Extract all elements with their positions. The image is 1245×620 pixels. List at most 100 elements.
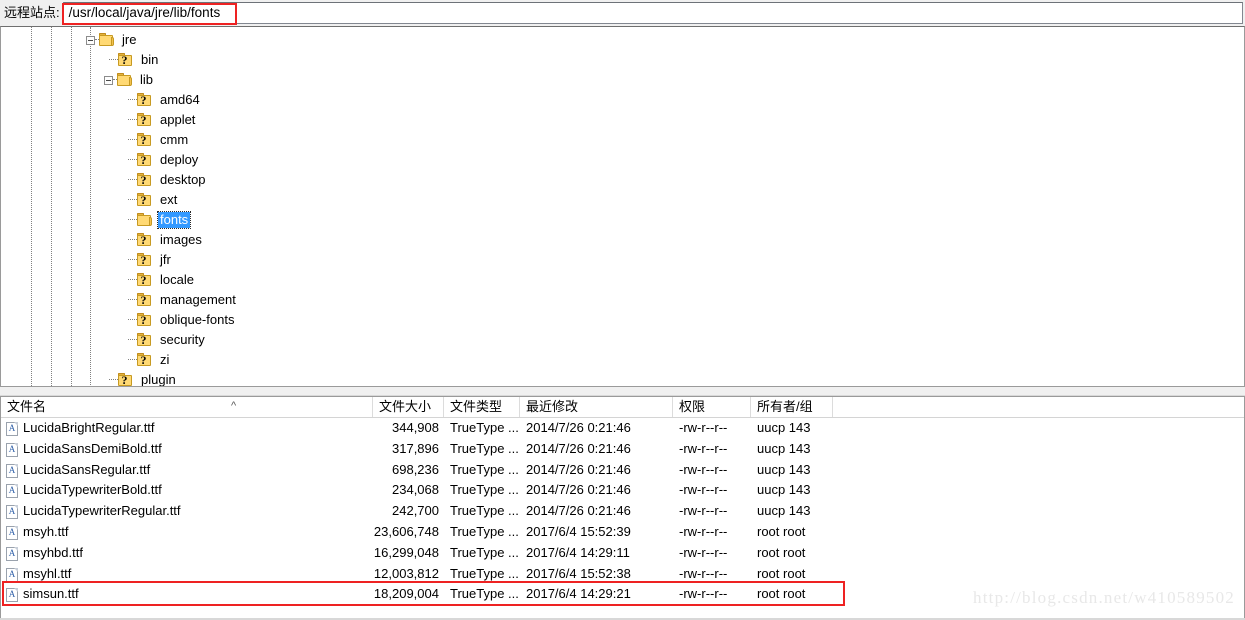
remote-file-list[interactable]: 文件名 ^ 文件大小 文件类型 最近修改 权限 所有者/组 A LucidaBrightReg… [0, 396, 1245, 620]
tree-item-content: ? locale [128, 270, 196, 290]
column-header-owner[interactable]: 所有者/组 [751, 397, 833, 417]
tree-connector-line [128, 199, 137, 201]
cell-type: TrueType ... [450, 461, 519, 477]
table-row[interactable]: Amsyhl.ttf 12,003,812 TrueType ... 2017/6/4… [1, 564, 1244, 585]
folder-unknown-icon: ? [137, 113, 153, 127]
folder-unknown-icon: ? [137, 293, 153, 307]
tree-item-applet[interactable]: ? applet [1, 110, 1244, 130]
column-header-name[interactable]: 文件名 [1, 397, 373, 417]
sort-ascending-icon: ^ [231, 400, 237, 412]
cell-mtime: 2017/6/4 14:29:21 [526, 586, 631, 602]
table-row[interactable]: A LucidaSansDemiBold.ttf 317,896 TrueType .… [1, 439, 1244, 460]
folder-unknown-icon: ? [137, 173, 153, 187]
cell-mtime: 2017/6/4 15:52:38 [526, 565, 631, 581]
tree-item-label: management [160, 292, 236, 307]
tree-item-security[interactable]: ? security [1, 330, 1244, 350]
tree-item-images[interactable]: ? images [1, 230, 1244, 250]
tree-item-jre[interactable]: jre [1, 30, 1244, 50]
tree-item-label: oblique-fonts [160, 312, 235, 327]
file-list-body[interactable]: A LucidaBrightRegular.ttf 344,908 TrueType … [1, 418, 1244, 605]
remote-path-combobox[interactable]: /usr/local/java/jre/lib/fonts [62, 2, 1243, 24]
watermark-text: http://blog.csdn.net/w410589502 [973, 588, 1235, 607]
cell-name: LucidaTypewriterBold.ttf [23, 482, 162, 498]
tree-connector-line [128, 179, 137, 181]
collapse-minus-icon[interactable] [86, 35, 95, 45]
tree-item-label: security [160, 332, 205, 347]
tree-item-locale[interactable]: ? locale [1, 270, 1244, 290]
cell-size: 16,299,048 [373, 544, 439, 560]
tree-item-label: jre [122, 32, 137, 47]
cell-size: 344,908 [392, 420, 439, 435]
tree-connector-line [128, 339, 137, 341]
tree-item-content: ? applet [128, 110, 197, 130]
tree-item-desktop[interactable]: ? desktop [1, 170, 1244, 190]
tree-item-label: jfr [160, 252, 171, 267]
panel-splitter[interactable] [0, 386, 1245, 396]
tree-item-amd64[interactable]: ? amd64 [1, 90, 1244, 110]
cell-name: LucidaSansRegular.ttf [23, 461, 151, 477]
tree-connector-line [128, 279, 137, 281]
tree-item-content: ? plugin [109, 370, 178, 386]
folder-open-icon [99, 33, 115, 47]
tree-item-oblique-fonts[interactable]: ? oblique-fonts [1, 310, 1244, 330]
table-row[interactable]: A LucidaBrightRegular.ttf 344,908 TrueType … [1, 418, 1244, 439]
column-header-mtime[interactable]: 最近修改 [520, 397, 673, 417]
tree-connector-line [109, 379, 118, 381]
font-file-icon: A [6, 463, 18, 478]
tree-connector-line [128, 139, 137, 141]
tree-item-jfr[interactable]: ? jfr [1, 250, 1244, 270]
cell-owner: root root [757, 586, 806, 602]
tree-item-plugin[interactable]: ? plugin [1, 370, 1244, 386]
folder-unknown-icon: ? [137, 93, 153, 107]
file-list-header[interactable]: 文件名 ^ 文件大小 文件类型 最近修改 权限 所有者/组 [1, 397, 1244, 418]
cell-name: LucidaBrightRegular.ttf [23, 420, 155, 435]
tree-item-deploy[interactable]: ? deploy [1, 150, 1244, 170]
tree-item-ext[interactable]: ? ext [1, 190, 1244, 210]
cell-type: TrueType ... [450, 544, 519, 560]
cell-perms: -rw-r--r-- [679, 503, 728, 519]
cell-type: TrueType ... [450, 420, 519, 435]
tree-item-bin[interactable]: ? bin [1, 50, 1244, 70]
remote-site-label: 远程站点: [4, 5, 60, 20]
cell-mtime: 2014/7/26 0:21:46 [526, 440, 631, 456]
cell-type: TrueType ... [450, 586, 519, 602]
font-file-icon: A [6, 588, 18, 603]
font-file-icon: A [6, 525, 18, 540]
column-header-type[interactable]: 文件类型 [444, 397, 520, 417]
folder-unknown-icon: ? [118, 373, 134, 386]
cell-size: 234,068 [392, 482, 439, 498]
column-header-size[interactable]: 文件大小 [373, 397, 444, 417]
tree-item-label: zi [160, 352, 170, 367]
cell-size: 23,606,748 [373, 523, 439, 539]
cell-size: 698,236 [392, 461, 439, 477]
column-header-perms[interactable]: 权限 [673, 397, 751, 417]
tree-item-label: deploy [160, 152, 199, 167]
tree-item-label: bin [141, 52, 159, 67]
cell-perms: -rw-r--r-- [679, 461, 728, 477]
tree-connector-line [128, 159, 137, 161]
tree-item-cmm[interactable]: ? cmm [1, 130, 1244, 150]
cell-perms: -rw-r--r-- [679, 523, 728, 539]
folder-open-icon [117, 73, 133, 87]
table-row[interactable]: A LucidaTypewriterRegular.ttf 242,700 TrueT… [1, 501, 1244, 522]
folder-unknown-icon: ? [137, 353, 153, 367]
collapse-minus-icon[interactable] [104, 75, 113, 85]
tree-item-content: ? bin [109, 50, 160, 70]
tree-item-fonts[interactable]: fonts [1, 210, 1244, 230]
tree-item-label: images [160, 232, 202, 247]
cell-mtime: 2014/7/26 0:21:46 [526, 482, 631, 498]
remote-directory-tree[interactable]: jre? bin lib? amd64? applet? cmm? deploy? deskt… [0, 26, 1245, 386]
table-row[interactable]: A LucidaTypewriterBold.ttf 234,068 TrueType… [1, 480, 1244, 501]
table-row[interactable]: Amsyhbd.ttf 16,299,048 TrueType ... 2017/6/… [1, 543, 1244, 564]
cell-perms: -rw-r--r-- [679, 420, 728, 435]
tree-item-zi[interactable]: ? zi [1, 350, 1244, 370]
table-row[interactable]: Amsyh.ttf 23,606,748 TrueType ... 2017/6/4 … [1, 522, 1244, 543]
table-row[interactable]: A LucidaSansRegular.ttf 698,236 TrueType ..… [1, 460, 1244, 481]
tree-item-lib[interactable]: lib [1, 70, 1244, 90]
cell-size: 242,700 [392, 503, 439, 519]
cell-name: msyhl.ttf [23, 565, 72, 581]
tree-item-management[interactable]: ? management [1, 290, 1244, 310]
remote-path-input[interactable]: /usr/local/java/jre/lib/fonts [62, 2, 1243, 24]
cell-size: 317,896 [392, 440, 439, 456]
cell-name: msyhbd.ttf [23, 544, 83, 560]
